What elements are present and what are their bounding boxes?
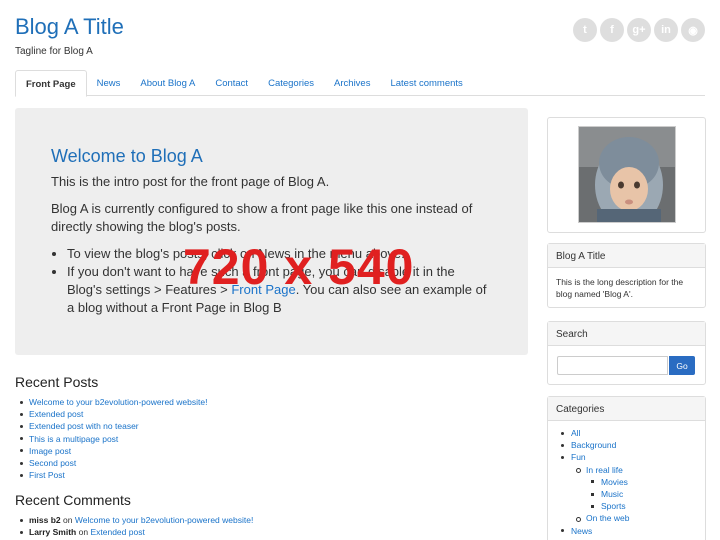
category-item: On the web (576, 512, 697, 524)
search-title: Search (548, 322, 705, 346)
category-item: Background (561, 439, 697, 451)
category-item: Fun In real life Movies Music Sports On … (561, 451, 697, 525)
list-item: miss b2 on Welcome to your b2evolution-p… (15, 514, 253, 526)
tab-about-blog-a[interactable]: About Blog A (130, 70, 205, 96)
category-item: In real life Movies Music Sports (576, 464, 697, 513)
facebook-icon[interactable]: f (600, 18, 624, 42)
recent-post-link[interactable]: Second post (29, 458, 76, 468)
blog-info-panel: Blog A Title This is the long descriptio… (547, 243, 706, 308)
blog-info-description: This is the long description for the blo… (556, 277, 684, 299)
category-link-in-real-life[interactable]: In real life (586, 465, 623, 475)
category-sublist: In real life Movies Music Sports On the … (571, 464, 697, 525)
categories-list: All Background Fun In real life Movies M… (556, 427, 697, 537)
linkedin-icon[interactable]: in (654, 18, 678, 42)
categories-title: Categories (548, 397, 705, 421)
recent-posts-title: Recent Posts (15, 374, 99, 390)
comment-author: miss b2 (29, 515, 61, 525)
category-link-movies[interactable]: Movies (601, 477, 628, 487)
recent-post-link[interactable]: Image post (29, 446, 71, 456)
blog-title[interactable]: Blog A Title (15, 14, 124, 40)
google-plus-icon[interactable]: g+ (627, 18, 651, 42)
tab-latest-comments[interactable]: Latest comments (380, 70, 472, 96)
recent-comments-list: miss b2 on Welcome to your b2evolution-p… (15, 514, 253, 538)
intro-paragraph-1: This is the intro post for the front pag… (51, 174, 330, 189)
recent-post-link[interactable]: First Post (29, 470, 65, 480)
recent-comments-title: Recent Comments (15, 492, 131, 508)
list-item: Welcome to your b2evolution-powered webs… (15, 396, 207, 408)
categories-body: All Background Fun In real life Movies M… (548, 421, 705, 540)
size-watermark: 720 x 540 (183, 239, 415, 295)
recent-posts-list: Welcome to your b2evolution-powered webs… (15, 396, 207, 481)
category-item: Movies (591, 476, 697, 488)
category-link-background[interactable]: Background (571, 440, 616, 450)
tab-news[interactable]: News (87, 70, 131, 96)
baby-photo (579, 127, 675, 222)
recent-post-link[interactable]: Welcome to your b2evolution-powered webs… (29, 397, 207, 407)
blog-info-title: Blog A Title (548, 244, 705, 268)
category-link-music[interactable]: Music (601, 489, 623, 499)
comment-on: on (63, 515, 73, 525)
category-item: News (561, 525, 697, 537)
tab-archives[interactable]: Archives (324, 70, 380, 96)
intro-heading[interactable]: Welcome to Blog A (51, 146, 492, 167)
comment-post-link[interactable]: Extended post (90, 527, 144, 537)
category-link-fun[interactable]: Fun (571, 452, 586, 462)
main-nav-tabs: Front Page News About Blog A Contact Cat… (15, 70, 705, 97)
categories-panel: Categories All Background Fun In real li… (547, 396, 706, 540)
comment-author: Larry Smith (29, 527, 77, 538)
twitter-icon[interactable]: t (573, 18, 597, 42)
comment-on: on (78, 527, 89, 538)
list-item: This is a multipage post (15, 433, 207, 445)
tab-front-page[interactable]: Front Page (15, 70, 87, 97)
intro-paragraph-2: Blog A is currently configured to show a… (51, 201, 473, 234)
search-panel: Search Go (547, 321, 706, 385)
category-link-sports[interactable]: Sports (601, 501, 626, 511)
tab-contact[interactable]: Contact (205, 70, 258, 96)
social-links: t f g+ in ◉ (573, 18, 705, 42)
category-item: All (561, 427, 697, 439)
avatar-panel (547, 117, 706, 233)
category-item: Sports (591, 500, 697, 512)
category-sublist: Movies Music Sports (586, 476, 697, 513)
recent-post-link[interactable]: Extended post with no teaser (29, 421, 139, 431)
comment-post-link[interactable]: Welcome to your b2evolution-powered webs… (75, 515, 253, 525)
tab-categories[interactable]: Categories (258, 70, 324, 96)
category-link-on-the-web[interactable]: On the web (586, 513, 629, 523)
search-go-button[interactable]: Go (669, 356, 695, 375)
recent-post-link[interactable]: This is a multipage post (29, 434, 118, 444)
category-link-news[interactable]: News (571, 526, 592, 536)
list-item: Second post (15, 457, 207, 469)
recent-post-link[interactable]: Extended post (29, 409, 83, 419)
list-item: First Post (15, 469, 207, 481)
list-item: Extended post with no teaser (15, 420, 207, 432)
category-link-all[interactable]: All (571, 428, 580, 438)
category-item: Music (591, 488, 697, 500)
list-item: Extended post (15, 408, 207, 420)
blog-tagline: Tagline for Blog A (15, 46, 93, 57)
search-input[interactable] (557, 356, 668, 375)
list-item: Image post (15, 445, 207, 457)
list-item: Larry Smith on Extended post (15, 526, 253, 538)
github-icon[interactable]: ◉ (681, 18, 705, 42)
avatar[interactable] (578, 126, 676, 223)
intro-post: Welcome to Blog A This is the intro post… (15, 108, 528, 355)
